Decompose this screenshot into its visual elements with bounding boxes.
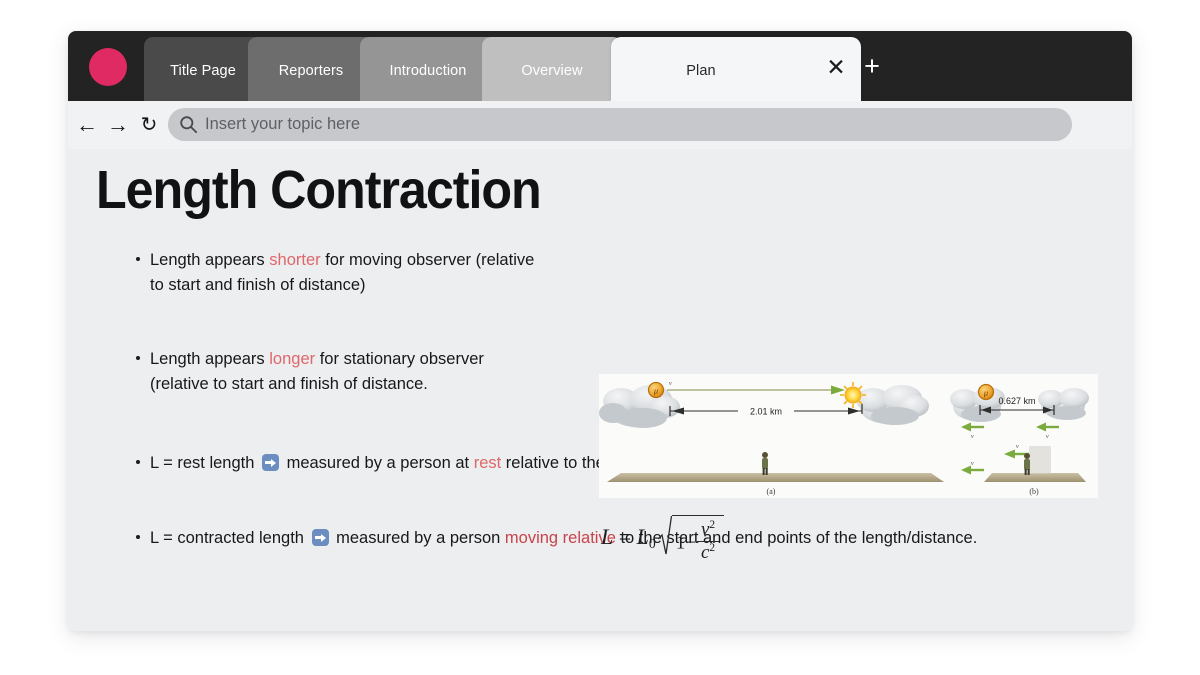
tab-title-page[interactable]: Title Page (144, 37, 262, 101)
search-placeholder-text: Insert your topic here (205, 115, 360, 133)
formula-lhs: L (601, 524, 614, 550)
length-contraction-formula: L = L0 1− v2 c2 (601, 512, 725, 566)
slide-content: Length Contraction Length appears shorte… (68, 149, 1132, 631)
highlight-moving-relative: moving relative (504, 529, 616, 547)
list-item: Length appears shorter for moving observ… (136, 248, 536, 297)
browser-window: Title Page Reporters Introduction Overvi… (68, 31, 1132, 631)
browser-toolbar: ← → ↻ Insert your topic here (68, 101, 1132, 149)
list-item-text: Length appears shorter for moving observ… (150, 248, 536, 297)
figure-caption-b: (b) (1029, 487, 1039, 496)
text-segment: measured by a person at (282, 454, 474, 472)
fraction: v2 c2 (696, 519, 720, 564)
muon-symbol-a: μ (653, 386, 658, 396)
tab-label: Title Page (170, 63, 236, 79)
tab-strip: Title Page Reporters Introduction Overvi… (68, 31, 1132, 101)
search-icon (180, 116, 198, 134)
svg-text:v: v (971, 434, 974, 440)
square-root: 1− v2 c2 (657, 512, 725, 566)
highlight-longer: longer (269, 350, 316, 368)
formula-rhs-subscript: 0 (648, 535, 656, 551)
bullet-dot-icon (136, 460, 140, 464)
tab-label: Reporters (278, 63, 344, 79)
svg-text:v: v (1046, 434, 1049, 440)
velocity-label-a: v (669, 381, 672, 387)
tab-label: Introduction (389, 63, 467, 79)
formula-rhs-symbol: L (636, 524, 649, 550)
bullet-dot-icon (136, 535, 140, 539)
text-segment: L = contracted length (150, 529, 309, 547)
radicand: 1− v2 c2 (674, 512, 724, 566)
list-item: Length appears longer for stationary obs… (136, 347, 536, 396)
tab-introduction[interactable]: Introduction (360, 37, 496, 101)
radical-bar (671, 515, 725, 517)
highlight-rest: rest (473, 454, 502, 472)
right-arrow-icon (311, 529, 329, 546)
right-arrow-icon (262, 454, 279, 471)
text-segment: Length appears (150, 350, 270, 368)
list-item-text: Length appears longer for stationary obs… (150, 347, 536, 396)
distance-label-b: 0.627 km (998, 396, 1035, 406)
tab-label: Plan (686, 63, 716, 79)
radical-tick-icon (657, 515, 672, 555)
new-tab-icon[interactable]: + (860, 53, 884, 80)
close-icon[interactable]: ✕ (825, 56, 847, 79)
physics-diagram-figure: μ v 2.01 km (a) μ 0.627 km v v v v (b) (599, 374, 1098, 498)
bullet-dot-icon (136, 257, 140, 261)
formula-minus: − (685, 532, 696, 554)
svg-text:v: v (971, 461, 974, 467)
text-segment: L = rest length (150, 454, 259, 472)
forward-arrow-icon[interactable]: → (105, 112, 131, 138)
tab-overview[interactable]: Overview (482, 37, 622, 101)
bullet-dot-icon (136, 356, 140, 360)
tab-reporters[interactable]: Reporters (248, 37, 374, 101)
fraction-numerator: v2 (697, 519, 719, 541)
distance-label-a: 2.01 km (750, 407, 782, 417)
denominator-exponent: 2 (709, 541, 716, 554)
highlight-shorter: shorter (269, 251, 321, 269)
reload-icon[interactable]: ↻ (136, 112, 162, 138)
back-arrow-icon[interactable]: ← (74, 112, 100, 138)
search-input[interactable]: Insert your topic here (168, 108, 1072, 141)
tab-plan[interactable]: Plan (611, 37, 861, 101)
numerator-exponent: 2 (709, 519, 716, 531)
formula-equals: = (618, 524, 632, 550)
muon-symbol-b: μ (983, 388, 988, 398)
tab-label: Overview (521, 63, 583, 79)
fraction-denominator: c2 (696, 540, 720, 564)
text-segment: Length appears (150, 251, 270, 269)
page-title: Length Contraction (96, 160, 542, 220)
svg-text:v: v (1016, 444, 1019, 450)
figure-caption-a: (a) (767, 487, 776, 496)
radicand-lead: 1 (675, 532, 686, 554)
list-item-text: L = contracted length measured by a pers… (150, 526, 977, 551)
brand-logo-dot[interactable] (89, 48, 127, 86)
text-segment: measured by a person (331, 529, 505, 547)
muon-contraction-diagram: μ v 2.01 km (a) μ 0.627 km v v v v (b) (599, 374, 1098, 498)
